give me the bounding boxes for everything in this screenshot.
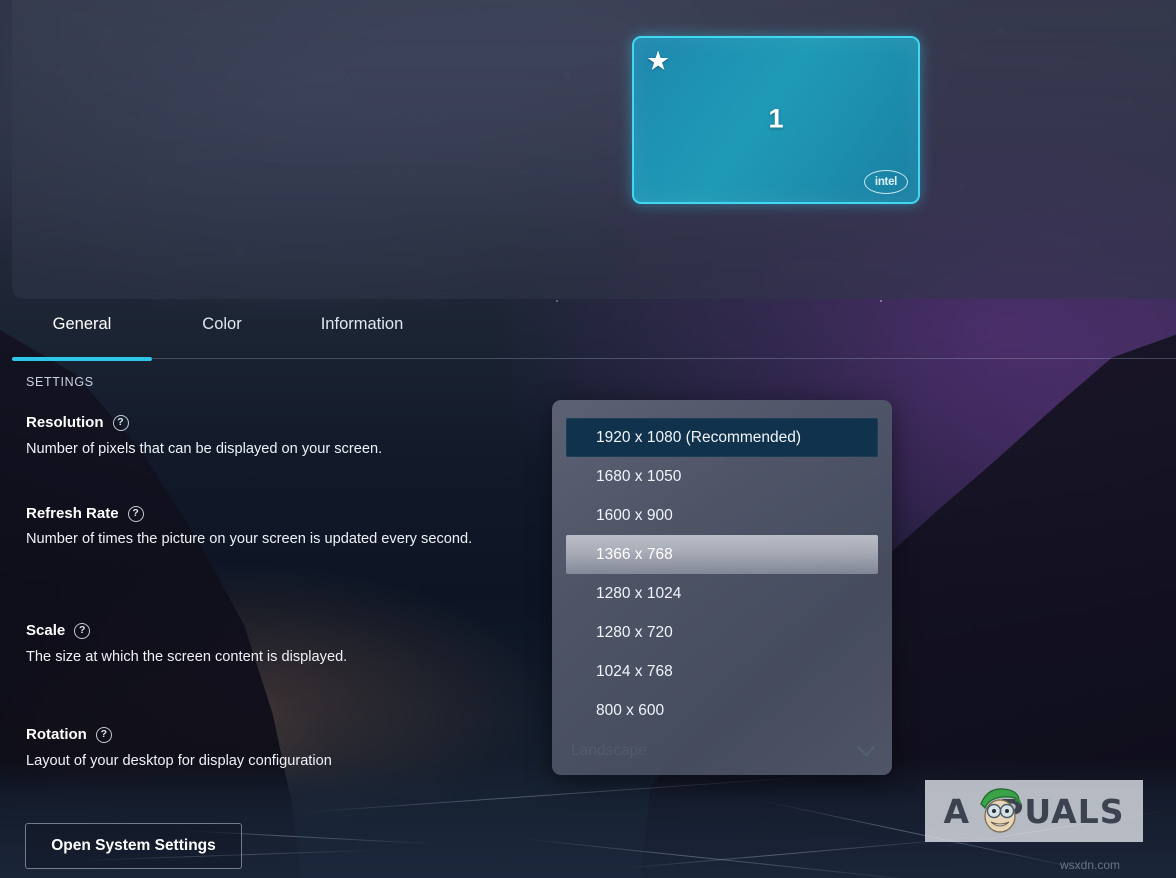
tab-bar: General Color Information [0, 299, 1176, 361]
resolution-option-1024x768[interactable]: 1024 x 768 [566, 652, 878, 691]
setting-description-rotation: Layout of your desktop for display confi… [26, 753, 332, 769]
help-icon-scale[interactable]: ? [74, 622, 91, 639]
resolution-option-1680x1050[interactable]: 1680 x 1050 [566, 457, 878, 496]
setting-title-refresh-rate-label: Refresh Rate [26, 505, 119, 522]
appuals-watermark: A P PUALS [925, 780, 1143, 842]
setting-title-scale: Scale ? [26, 622, 91, 639]
resolution-option-800x600[interactable]: 800 x 600 [566, 691, 878, 730]
resolution-option-1280x1024[interactable]: 1280 x 1024 [566, 574, 878, 613]
setting-title-refresh-rate: Refresh Rate ? [26, 505, 144, 522]
tab-list: General Color Information [12, 299, 432, 352]
setting-title-scale-label: Scale [26, 622, 66, 639]
resolution-option-1920x1080[interactable]: 1920 x 1080 (Recommended) [566, 418, 878, 457]
settings-section-label: SETTINGS [26, 375, 94, 389]
watermark-url: wsxdn.com [1060, 858, 1121, 872]
active-tab-underline [12, 357, 152, 361]
display-preview-panel: ★ 1 intel [12, 0, 1176, 299]
watermark-text-a: A [943, 791, 971, 831]
setting-title-rotation-label: Rotation [26, 726, 87, 743]
resolution-option-1600x900[interactable]: 1600 x 900 [566, 496, 878, 535]
tab-information[interactable]: Information [292, 299, 432, 352]
resolution-dropdown-list[interactable]: 1920 x 1080 (Recommended) 1680 x 1050 16… [552, 400, 892, 775]
help-icon-rotation[interactable]: ? [95, 726, 112, 743]
intel-logo-label: intel [874, 176, 898, 188]
tab-color[interactable]: Color [152, 299, 292, 352]
resolution-option-1280x720[interactable]: 1280 x 720 [566, 613, 878, 652]
intel-logo-icon: intel [864, 170, 908, 194]
display-settings-window: ★ 1 intel General Color Information SETT… [0, 0, 1176, 878]
monitor-preview-card-1[interactable]: ★ 1 intel [632, 36, 920, 204]
help-icon-refresh-rate[interactable]: ? [127, 505, 144, 522]
monitor-number-label: 1 [768, 103, 784, 134]
open-system-settings-button[interactable]: Open System Settings [25, 823, 242, 869]
resolution-option-1366x768[interactable]: 1366 x 768 [566, 535, 878, 574]
primary-display-star-icon: ★ [646, 46, 671, 76]
setting-description-refresh-rate: Number of times the picture on your scre… [26, 531, 473, 547]
setting-title-rotation: Rotation ? [26, 726, 112, 743]
tab-general[interactable]: General [12, 299, 152, 352]
tab-bar-divider [152, 358, 1176, 359]
appuals-mascot-icon [980, 788, 1022, 833]
setting-title-resolution-label: Resolution [26, 414, 104, 431]
setting-title-resolution: Resolution ? [26, 414, 129, 431]
help-icon-resolution[interactable]: ? [112, 414, 129, 431]
setting-description-scale: The size at which the screen content is … [26, 649, 348, 665]
setting-description-resolution: Number of pixels that can be displayed o… [26, 441, 383, 457]
